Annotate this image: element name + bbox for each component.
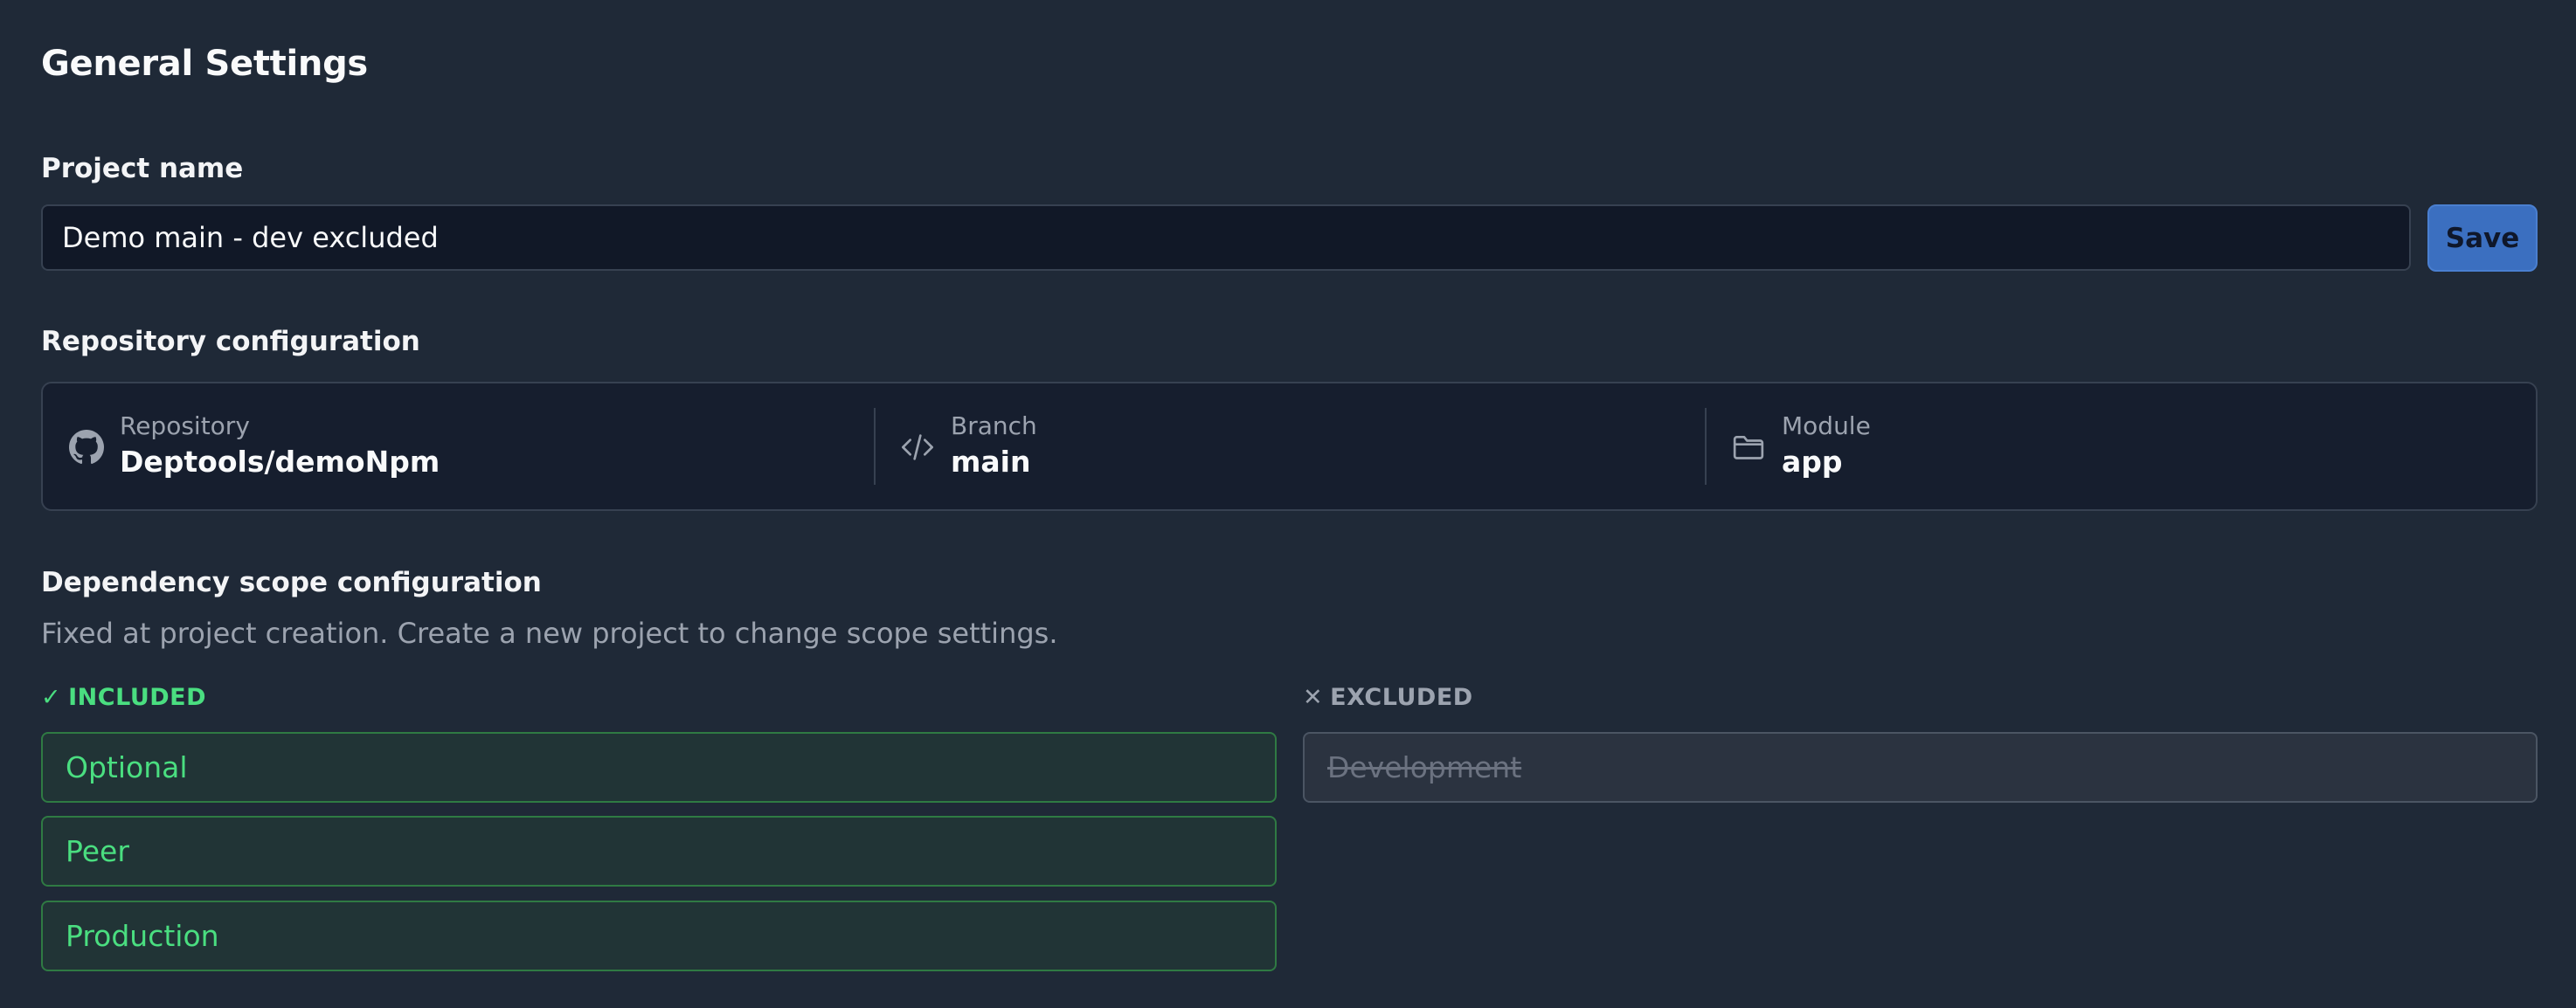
included-heading: ✓ INCLUDED bbox=[41, 684, 206, 711]
folder-icon bbox=[1731, 430, 1766, 465]
branch-info: Branch main bbox=[874, 383, 1705, 509]
module-key: Module bbox=[1782, 411, 1871, 440]
repository-key: Repository bbox=[120, 411, 250, 440]
general-settings-page: General Settings Project name Save Repos… bbox=[0, 0, 2576, 1008]
scope-item-excluded: Development bbox=[1303, 732, 2538, 803]
included-heading-label: INCLUDED bbox=[68, 684, 207, 711]
github-icon bbox=[69, 430, 104, 465]
project-name-input[interactable] bbox=[41, 204, 2411, 271]
repository-value: Deptools/demoNpm bbox=[120, 445, 440, 479]
branch-key: Branch bbox=[951, 411, 1037, 440]
excluded-heading-label: EXCLUDED bbox=[1330, 684, 1473, 711]
scope-item-included: Production bbox=[41, 901, 1277, 971]
excluded-heading: ✕ EXCLUDED bbox=[1303, 684, 1473, 711]
scope-description: Fixed at project creation. Create a new … bbox=[41, 617, 1058, 650]
scope-item-included: Peer bbox=[41, 816, 1277, 887]
repository-configuration-label: Repository configuration bbox=[41, 326, 420, 357]
check-icon: ✓ bbox=[41, 684, 62, 711]
repository-info: Repository Deptools/demoNpm bbox=[43, 383, 874, 509]
dependency-scope-label: Dependency scope configuration bbox=[41, 567, 542, 598]
module-info: Module app bbox=[1705, 383, 2536, 509]
branch-value: main bbox=[951, 445, 1031, 479]
scope-item-included: Optional bbox=[41, 732, 1277, 803]
page-title: General Settings bbox=[41, 44, 368, 84]
module-value: app bbox=[1782, 445, 1843, 479]
code-icon bbox=[900, 430, 935, 465]
save-button[interactable]: Save bbox=[2427, 204, 2538, 272]
repository-card: Repository Deptools/demoNpm Branch main bbox=[41, 382, 2538, 511]
x-icon: ✕ bbox=[1303, 684, 1324, 711]
project-name-label: Project name bbox=[41, 153, 244, 184]
